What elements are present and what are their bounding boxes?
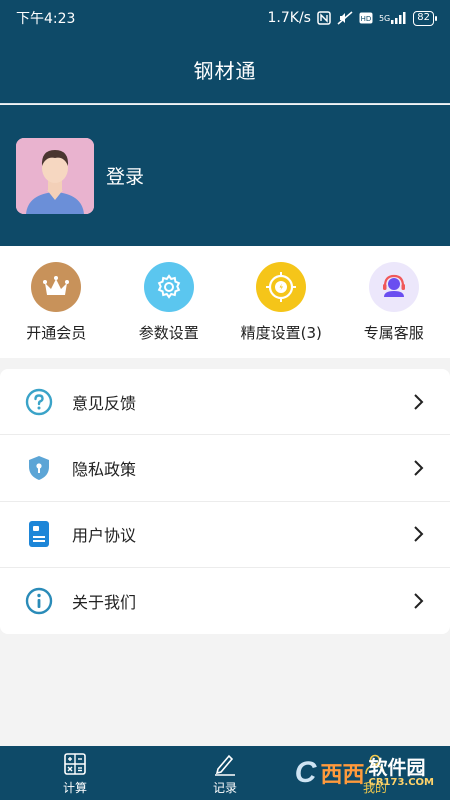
settings-menu: 意见反馈 隐私政策 用户协议 关于我们 bbox=[0, 369, 450, 634]
menu-item-label: 隐私政策 bbox=[72, 459, 137, 479]
signal-label: 5G bbox=[378, 13, 391, 23]
chevron-right-icon bbox=[412, 525, 426, 543]
battery-icon: 82 bbox=[413, 10, 437, 26]
quick-action-membership[interactable]: 开通会员 bbox=[0, 261, 112, 343]
profile-icon bbox=[362, 751, 388, 777]
menu-item-label: 意见反馈 bbox=[72, 393, 137, 413]
quick-action-support[interactable]: 专属客服 bbox=[338, 261, 450, 343]
shield-icon bbox=[24, 453, 54, 483]
quick-actions: 开通会员 参数设置 精度设置(3) 专属客服 bbox=[0, 246, 450, 358]
chevron-right-icon bbox=[412, 459, 426, 477]
gear-icon bbox=[143, 261, 194, 312]
nfc-icon bbox=[317, 10, 331, 26]
quick-action-parameters[interactable]: 参数设置 bbox=[113, 261, 225, 343]
target-icon bbox=[256, 261, 307, 312]
battery-level: 82 bbox=[417, 11, 430, 23]
chevron-right-icon bbox=[412, 393, 426, 411]
question-icon bbox=[24, 387, 54, 417]
headset-icon bbox=[368, 261, 419, 312]
mute-icon bbox=[337, 10, 353, 26]
quick-action-precision[interactable]: 精度设置(3) bbox=[225, 261, 337, 343]
menu-item-privacy[interactable]: 隐私政策 bbox=[0, 435, 450, 502]
page-title: 钢材通 bbox=[193, 59, 257, 83]
avatar[interactable] bbox=[16, 137, 94, 214]
svg-text:HD: HD bbox=[361, 15, 372, 23]
login-link[interactable]: 登录 bbox=[106, 162, 144, 189]
document-icon bbox=[24, 519, 54, 549]
menu-item-label: 用户协议 bbox=[72, 526, 137, 546]
quick-action-label: 参数设置 bbox=[138, 323, 199, 342]
menu-item-about[interactable]: 关于我们 bbox=[0, 568, 450, 634]
menu-item-agreement[interactable]: 用户协议 bbox=[0, 502, 450, 568]
tab-records[interactable]: 记录 bbox=[150, 751, 300, 796]
status-indicators: 1.7K/s HD 5G 82 bbox=[267, 10, 437, 26]
info-icon bbox=[24, 586, 54, 616]
calculator-icon bbox=[62, 751, 88, 777]
menu-item-feedback[interactable]: 意见反馈 bbox=[0, 369, 450, 436]
signal-icon: 5G bbox=[379, 10, 407, 26]
quick-action-label: 开通会员 bbox=[26, 323, 87, 342]
quick-action-label: 专属客服 bbox=[363, 323, 424, 342]
quick-action-label: 精度设置(3) bbox=[240, 323, 322, 342]
tab-mine[interactable]: 我的 bbox=[300, 751, 450, 796]
menu-item-label: 关于我们 bbox=[72, 592, 137, 612]
hd-icon: HD bbox=[359, 10, 373, 26]
tab-label: 我的 bbox=[362, 780, 387, 795]
pencil-icon bbox=[212, 751, 238, 777]
tab-label: 记录 bbox=[212, 780, 237, 795]
tab-calculate[interactable]: 计算 bbox=[0, 751, 150, 796]
crown-icon bbox=[31, 261, 82, 312]
profile-section[interactable]: 登录 bbox=[0, 105, 450, 246]
network-speed: 1.7K/s bbox=[267, 10, 311, 26]
chevron-right-icon bbox=[412, 592, 426, 610]
status-bar: 下午4:23 1.7K/s HD 5G 82 bbox=[0, 0, 450, 36]
app-header: 钢材通 bbox=[0, 36, 450, 104]
bottom-tab-bar: 计算 记录 我的 bbox=[0, 746, 450, 800]
status-time: 下午4:23 bbox=[16, 11, 76, 27]
tab-label: 计算 bbox=[62, 780, 87, 795]
